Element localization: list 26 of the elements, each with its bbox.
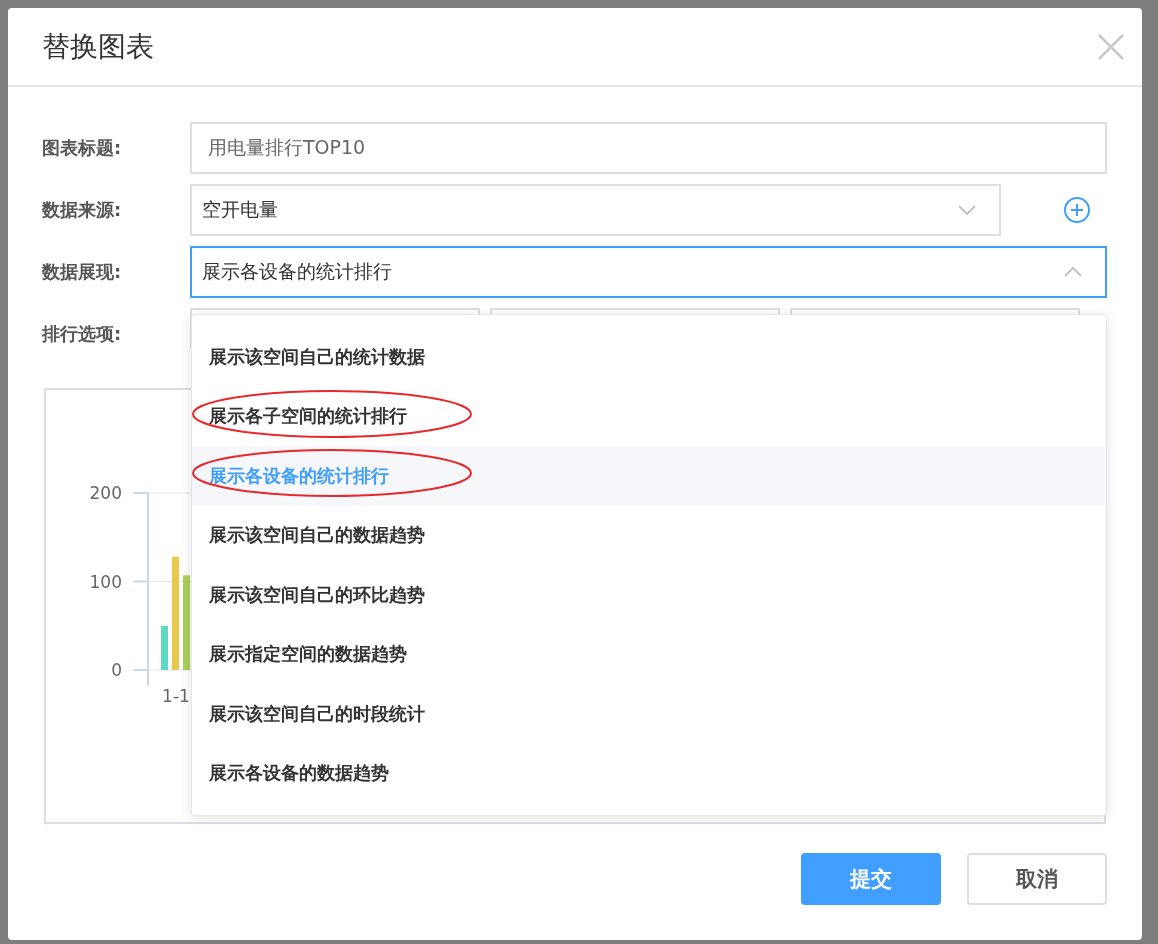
dropdown-option[interactable]: 展示各设备的数据趋势 bbox=[192, 743, 1106, 803]
rank-select[interactable] bbox=[190, 308, 480, 348]
field-label: 数据来源: bbox=[42, 198, 123, 222]
dialog-title: 替换图表 bbox=[42, 28, 154, 65]
y-axis-label: 200 bbox=[89, 483, 122, 503]
dropdown-option[interactable]: 展示该空间自己的数据趋势 bbox=[192, 505, 1106, 565]
dropdown-option[interactable]: 展示该空间自己的统计数据 bbox=[192, 327, 1106, 387]
cancel-button[interactable]: 取消 bbox=[967, 853, 1107, 905]
add-icon[interactable] bbox=[1063, 196, 1091, 224]
x-axis-label: 1-1 bbox=[162, 686, 190, 706]
field-label: 数据展现: bbox=[42, 260, 123, 284]
field-label: 图表标题: bbox=[42, 136, 123, 160]
dropdown-option[interactable]: 展示该空间自己的时段统计 bbox=[192, 684, 1106, 744]
chevron-up-icon bbox=[1063, 266, 1083, 278]
y-axis-label: 0 bbox=[111, 660, 122, 680]
field-label: 排行选项: bbox=[42, 322, 123, 346]
dropdown-option[interactable]: 展示指定空间的数据趋势 bbox=[192, 624, 1106, 684]
bar bbox=[161, 625, 168, 670]
close-icon[interactable] bbox=[1097, 32, 1125, 61]
chart-title-input[interactable]: 用电量排行TOP10 bbox=[190, 122, 1107, 174]
dropdown-option[interactable]: 展示该空间自己的环比趋势 bbox=[192, 565, 1106, 625]
y-axis-label: 100 bbox=[89, 571, 122, 592]
chevron-down-icon bbox=[957, 204, 977, 216]
data-display-select[interactable]: 展示各设备的统计排行 bbox=[190, 246, 1107, 298]
dropdown-option[interactable]: 展示各子空间的统计排行 bbox=[192, 386, 1106, 446]
data-source-select[interactable]: 空开电量 bbox=[190, 184, 1001, 236]
